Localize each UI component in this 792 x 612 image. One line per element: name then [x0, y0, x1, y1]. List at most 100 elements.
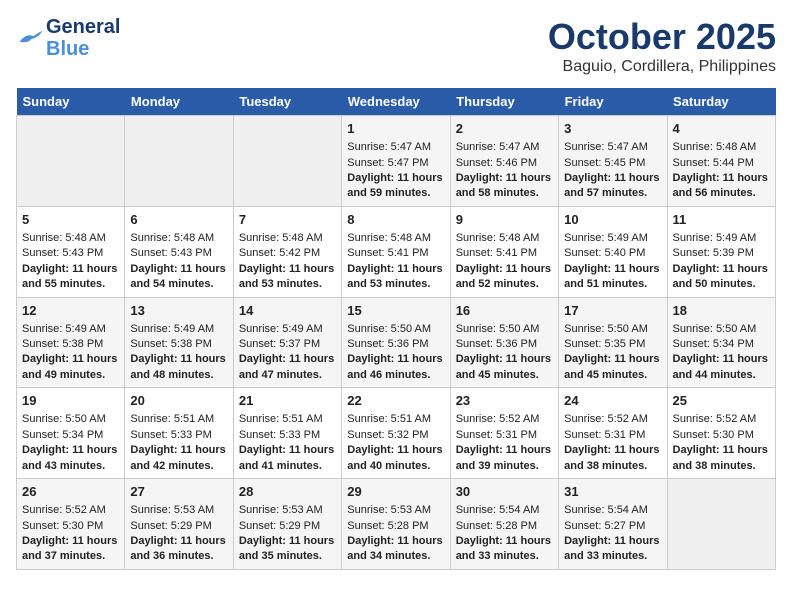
day-info: Daylight: 11 hours and 54 minutes. — [130, 262, 227, 293]
day-info: Sunrise: 5:48 AM — [22, 231, 119, 246]
day-info: Sunset: 5:33 PM — [130, 428, 227, 443]
day-info: Sunset: 5:37 PM — [239, 337, 336, 352]
day-info: Daylight: 11 hours and 51 minutes. — [564, 262, 661, 293]
day-info: Daylight: 11 hours and 42 minutes. — [130, 443, 227, 474]
calendar-cell: 15Sunrise: 5:50 AMSunset: 5:36 PMDayligh… — [342, 297, 450, 388]
day-info: Sunrise: 5:49 AM — [239, 322, 336, 337]
day-info: Sunset: 5:39 PM — [673, 246, 770, 261]
calendar-cell: 1Sunrise: 5:47 AMSunset: 5:47 PMDaylight… — [342, 116, 450, 207]
calendar-cell: 19 Sunrise: 5:50 AMSunset: 5:34 PMDayligh… — [17, 388, 125, 479]
day-info: Sunrise: 5:48 AM — [239, 231, 336, 246]
day-number: 31 — [564, 483, 661, 501]
calendar-cell — [667, 479, 775, 570]
day-info: Sunrise: 5:50 AM — [347, 322, 444, 337]
calendar-cell: 11Sunrise: 5:49 AMSunset: 5:39 PMDayligh… — [667, 206, 775, 297]
day-info: Sunrise: 5:50 AM — [456, 322, 553, 337]
calendar-table: SundayMondayTuesdayWednesdayThursdayFrid… — [16, 88, 776, 570]
day-info: Sunset: 5:38 PM — [22, 337, 119, 352]
page-header: General Blue October 2025 Baguio, Cordil… — [16, 16, 776, 76]
day-number: 15 — [347, 302, 444, 320]
logo-general: General — [46, 16, 120, 38]
day-info: Sunset: 5:41 PM — [347, 246, 444, 261]
calendar-week-1: 1Sunrise: 5:47 AMSunset: 5:47 PMDaylight… — [17, 116, 776, 207]
day-info: Sunrise: 5:52 AM — [564, 412, 661, 427]
day-info: Daylight: 11 hours and 39 minutes. — [456, 443, 553, 474]
day-info: Sunrise: 5:50 AM — [673, 322, 770, 337]
day-info: Sunset: 5:35 PM — [564, 337, 661, 352]
day-info: Daylight: 11 hours and 33 minutes. — [564, 534, 661, 565]
day-info: Daylight: 11 hours and 55 minutes. — [22, 262, 119, 293]
day-info: Sunset: 5:45 PM — [564, 156, 661, 171]
day-info: Daylight: 11 hours and 53 minutes. — [239, 262, 336, 293]
day-info: Sunrise: 5:52 AM — [673, 412, 770, 427]
day-number: 12 — [22, 302, 119, 320]
calendar-cell: 4Sunrise: 5:48 AMSunset: 5:44 PMDaylight… — [667, 116, 775, 207]
day-info: Sunset: 5:46 PM — [456, 156, 553, 171]
day-info: Sunset: 5:28 PM — [456, 519, 553, 534]
day-info: Sunrise: 5:48 AM — [130, 231, 227, 246]
day-info: Daylight: 11 hours and 43 minutes. — [22, 443, 119, 474]
calendar-cell: 23Sunrise: 5:52 AMSunset: 5:31 PMDayligh… — [450, 388, 558, 479]
calendar-cell: 16Sunrise: 5:50 AMSunset: 5:36 PMDayligh… — [450, 297, 558, 388]
day-header-wednesday: Wednesday — [342, 88, 450, 116]
day-info: Sunrise: 5:47 AM — [347, 140, 444, 155]
calendar-week-5: 26Sunrise: 5:52 AMSunset: 5:30 PMDayligh… — [17, 479, 776, 570]
calendar-body: 1Sunrise: 5:47 AMSunset: 5:47 PMDaylight… — [17, 116, 776, 570]
calendar-header: SundayMondayTuesdayWednesdayThursdayFrid… — [17, 88, 776, 116]
day-info: Sunset: 5:32 PM — [347, 428, 444, 443]
day-number: 20 — [130, 392, 227, 410]
day-info: Daylight: 11 hours and 38 minutes. — [564, 443, 661, 474]
day-number: 25 — [673, 392, 770, 410]
calendar-cell: 12Sunrise: 5:49 AMSunset: 5:38 PMDayligh… — [17, 297, 125, 388]
day-header-saturday: Saturday — [667, 88, 775, 116]
day-number: 2 — [456, 120, 553, 138]
day-info: Daylight: 11 hours and 52 minutes. — [456, 262, 553, 293]
calendar-cell: 21Sunrise: 5:51 AMSunset: 5:33 PMDayligh… — [233, 388, 341, 479]
day-info: Sunset: 5:43 PM — [130, 246, 227, 261]
day-header-monday: Monday — [125, 88, 233, 116]
calendar-cell: 3Sunrise: 5:47 AMSunset: 5:45 PMDaylight… — [559, 116, 667, 207]
day-number: 10 — [564, 211, 661, 229]
day-info: Daylight: 11 hours and 40 minutes. — [347, 443, 444, 474]
calendar-cell: 5Sunrise: 5:48 AMSunset: 5:43 PMDaylight… — [17, 206, 125, 297]
day-info: Sunset: 5:33 PM — [239, 428, 336, 443]
day-info: Sunrise: 5:52 AM — [22, 503, 119, 518]
day-number: 8 — [347, 211, 444, 229]
calendar-cell: 31Sunrise: 5:54 AMSunset: 5:27 PMDayligh… — [559, 479, 667, 570]
day-info: Sunset: 5:27 PM — [564, 519, 661, 534]
day-info: Daylight: 11 hours and 49 minutes. — [22, 352, 119, 383]
day-number: 1 — [347, 120, 444, 138]
day-info: Daylight: 11 hours and 59 minutes. — [347, 171, 444, 202]
calendar-cell: 13Sunrise: 5:49 AMSunset: 5:38 PMDayligh… — [125, 297, 233, 388]
day-info: Sunrise: 5:51 AM — [130, 412, 227, 427]
calendar-cell: 24 Sunrise: 5:52 AMSunset: 5:31 PMDayligh… — [559, 388, 667, 479]
day-number: 6 — [130, 211, 227, 229]
day-number: 4 — [673, 120, 770, 138]
day-info: Sunset: 5:30 PM — [673, 428, 770, 443]
day-info: Sunrise: 5:49 AM — [673, 231, 770, 246]
day-number: 16 — [456, 302, 553, 320]
logo-icon — [16, 29, 44, 47]
logo: General Blue — [16, 16, 120, 60]
calendar-cell: 6 Sunrise: 5:48 AMSunset: 5:43 PMDaylight… — [125, 206, 233, 297]
day-number: 23 — [456, 392, 553, 410]
day-info: Sunset: 5:34 PM — [22, 428, 119, 443]
day-info: Sunset: 5:43 PM — [22, 246, 119, 261]
day-info: Sunset: 5:29 PM — [130, 519, 227, 534]
day-info: Sunrise: 5:47 AM — [456, 140, 553, 155]
day-info: Daylight: 11 hours and 58 minutes. — [456, 171, 553, 202]
day-info: Sunset: 5:31 PM — [564, 428, 661, 443]
calendar-cell: 18Sunrise: 5:50 AMSunset: 5:34 PMDayligh… — [667, 297, 775, 388]
day-number: 26 — [22, 483, 119, 501]
day-number: 21 — [239, 392, 336, 410]
calendar-cell: 28Sunrise: 5:53 AMSunset: 5:29 PMDayligh… — [233, 479, 341, 570]
day-info: Sunset: 5:28 PM — [347, 519, 444, 534]
day-info: Sunrise: 5:47 AM — [564, 140, 661, 155]
day-number: 19 — [22, 392, 119, 410]
day-info: Sunrise: 5:53 AM — [239, 503, 336, 518]
day-info: Sunrise: 5:50 AM — [22, 412, 119, 427]
calendar-cell — [233, 116, 341, 207]
day-number: 7 — [239, 211, 336, 229]
day-number: 24 — [564, 392, 661, 410]
day-header-tuesday: Tuesday — [233, 88, 341, 116]
